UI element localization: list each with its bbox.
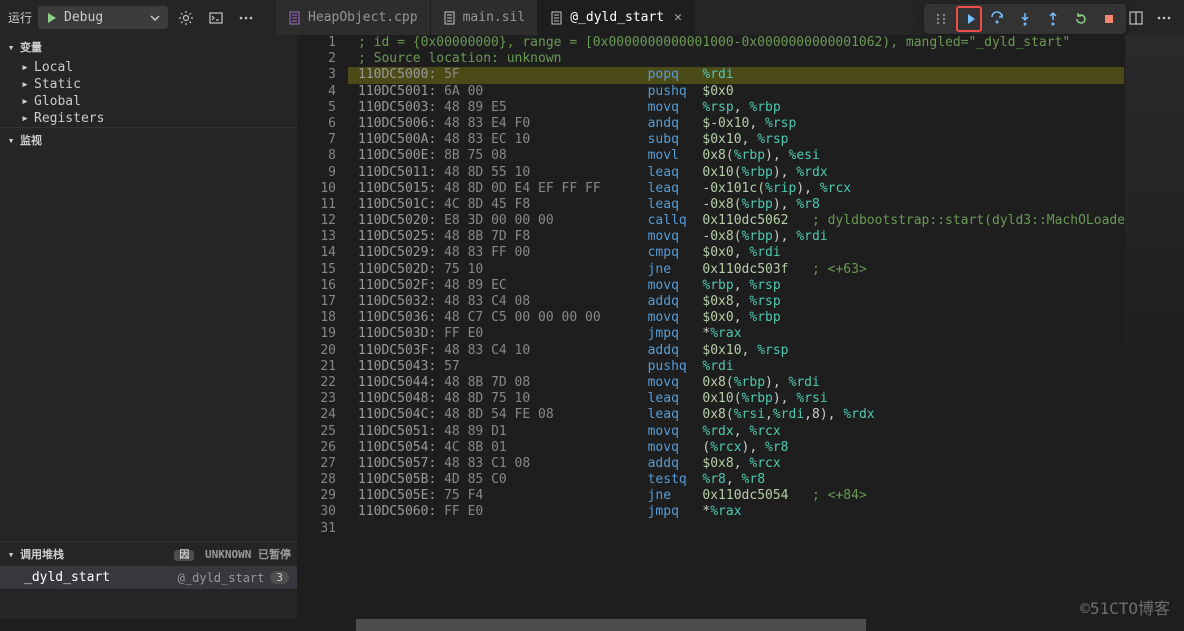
scope-label: Local [34,60,73,75]
callstack-frame[interactable]: _dyld_start @_dyld_start 3 [0,566,297,589]
scope-label: Registers [34,111,104,126]
more-editor-icon[interactable] [1152,6,1176,30]
more-icon[interactable] [234,6,258,30]
chevron-right-icon: ▸ [20,77,30,92]
chevron-right-icon: ▸ [20,60,30,75]
tab-label: @_dyld_start [570,10,664,25]
variable-scope[interactable]: ▸ Static [0,76,297,93]
tab-label: main.sil [463,10,526,25]
editor-tab[interactable]: main.sil [431,0,539,35]
callstack-badge: 因 [174,550,194,561]
main-area: ▾ 变量 ▸ Local ▸ Static ▸ Global ▸ Registers ▾ 监视… [0,35,1184,619]
top-bar: 运行 Debug HeapObject.cpp main.sil @_dyld_st… [0,0,1184,35]
step-over-button[interactable] [984,6,1010,32]
editor: 1234567891011121314151617181920212223242… [298,35,1184,619]
debug-config-label: Debug [64,10,103,25]
frame-source: @_dyld_start [178,571,265,585]
callstack-reason: UNKNOWN [205,548,251,561]
callstack-paused: 已暂停 [258,548,291,561]
variables-title: 变量 [20,39,42,55]
minimap[interactable] [1124,35,1184,619]
close-icon[interactable]: ✕ [674,10,682,25]
split-editor-icon[interactable] [1124,6,1148,30]
continue-button[interactable] [956,6,982,32]
scrollbar-thumb[interactable] [356,619,866,631]
restart-button[interactable] [1068,6,1094,32]
grip-icon[interactable] [928,6,954,32]
gear-icon[interactable] [174,6,198,30]
chevron-down-icon: ▾ [6,548,16,561]
scope-label: Static [34,77,81,92]
debug-console-icon[interactable] [204,6,228,30]
frame-name: _dyld_start [24,570,110,585]
variable-scope[interactable]: ▸ Global [0,93,297,110]
variables-section-header[interactable]: ▾ 变量 [0,35,297,59]
chevron-right-icon: ▸ [20,111,30,126]
variable-scope[interactable]: ▸ Registers [0,110,297,127]
monitor-section-header[interactable]: ▾ 监视 [0,128,297,152]
stop-button[interactable] [1096,6,1122,32]
tab-label: HeapObject.cpp [308,10,418,25]
step-into-button[interactable] [1012,6,1038,32]
frame-line: 3 [270,571,289,584]
monitor-title: 监视 [20,132,42,148]
callstack-section-header[interactable]: ▾ 调用堆栈 因 UNKNOWN 已暂停 [0,542,297,566]
run-label: 运行 [8,9,32,26]
editor-tab[interactable]: @_dyld_start ✕ [538,0,695,35]
file-icon [550,11,564,25]
debug-config-dropdown[interactable]: Debug [38,6,168,29]
chevron-down-icon: ▾ [6,134,16,147]
chevron-right-icon: ▸ [20,94,30,109]
debug-toolbar [924,4,1126,34]
chevron-down-icon [150,13,160,23]
watermark: ©51CTO博客 [1080,595,1170,619]
debug-sidebar: ▾ 变量 ▸ Local ▸ Static ▸ Global ▸ Registers ▾ 监视… [0,35,298,619]
callstack-title: 调用堆栈 [20,546,64,562]
scope-label: Global [34,94,81,109]
line-gutter: 1234567891011121314151617181920212223242… [298,35,348,619]
file-icon [443,11,457,25]
chevron-down-icon: ▾ [6,41,16,54]
step-out-button[interactable] [1040,6,1066,32]
code-content[interactable]: ; id = {0x00000000}, range = [0x00000000… [348,35,1124,619]
play-icon [46,12,58,24]
horizontal-scrollbar[interactable] [298,619,1184,631]
editor-tabs: HeapObject.cpp main.sil @_dyld_start ✕ [276,0,695,35]
file-icon [288,11,302,25]
variable-scope[interactable]: ▸ Local [0,59,297,76]
editor-tab[interactable]: HeapObject.cpp [276,0,431,35]
